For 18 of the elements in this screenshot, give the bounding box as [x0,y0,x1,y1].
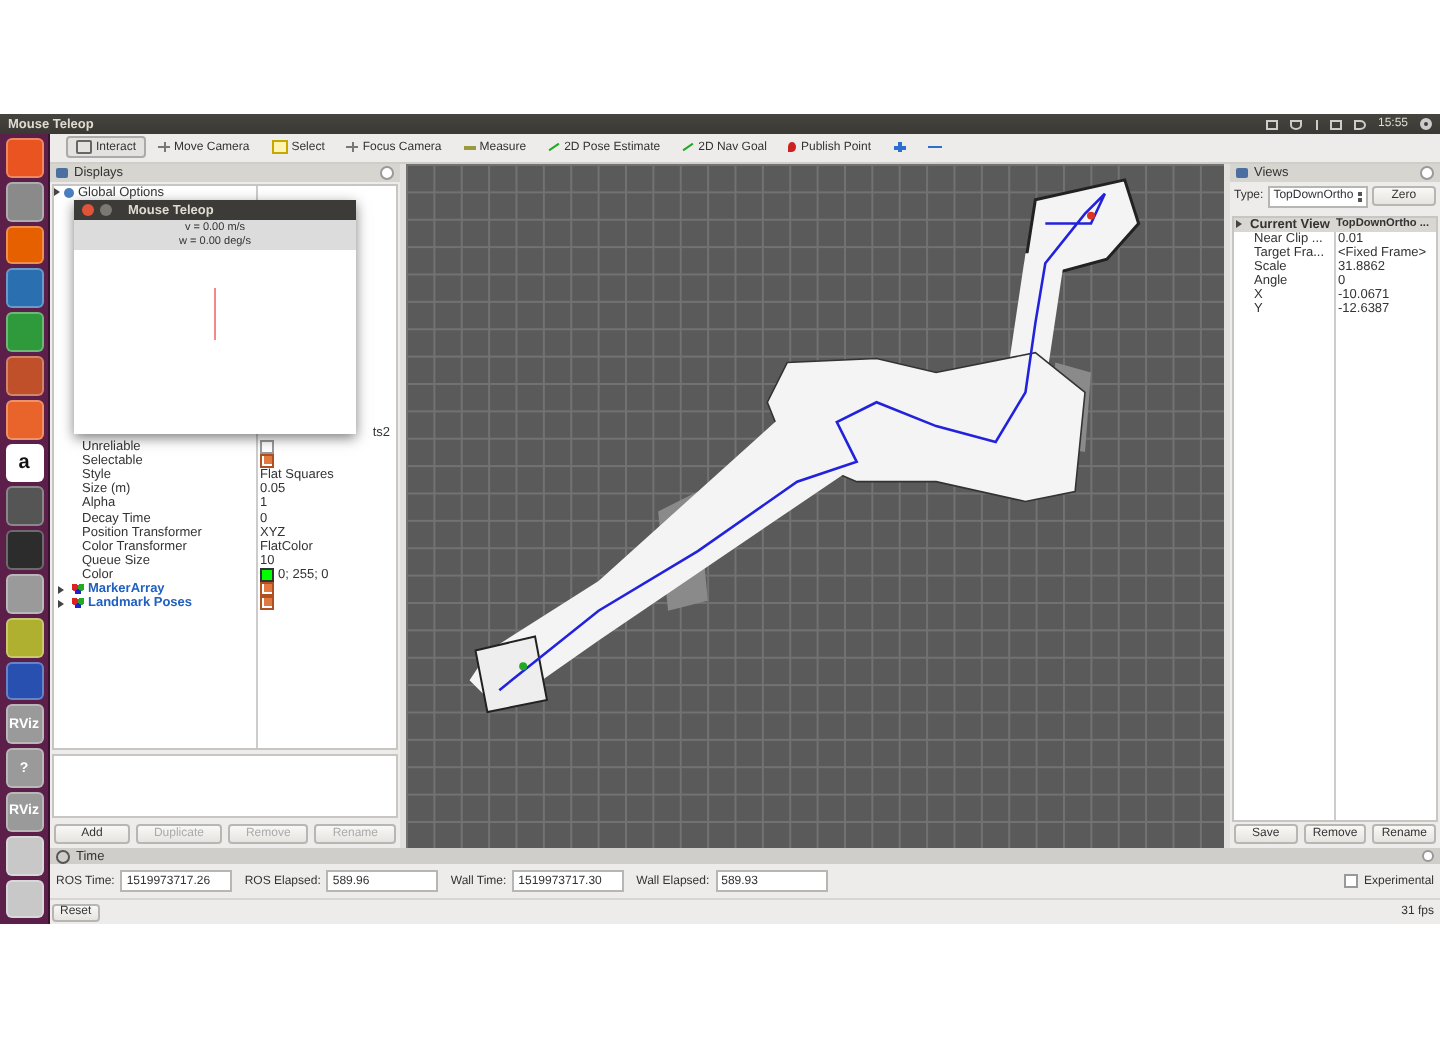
close-icon[interactable] [1420,165,1434,180]
3d-view[interactable] [406,163,1224,849]
checkbox[interactable] [1343,874,1358,889]
marker-icon [72,598,84,609]
expander-icon[interactable] [1236,220,1242,229]
checkbox[interactable] [260,596,274,611]
marker-icon [72,584,84,595]
close-icon[interactable] [82,204,94,216]
color-swatch[interactable] [260,567,274,582]
amazon-icon[interactable]: a [5,443,43,483]
close-icon[interactable] [380,165,394,180]
spinner-arrows-icon [1357,191,1362,202]
checkbox[interactable] [260,454,274,469]
velocity-line [214,288,216,340]
checkbox[interactable] [260,582,274,597]
checkbox[interactable] [260,440,274,455]
minimize-icon[interactable] [100,204,112,216]
close-icon[interactable] [1422,850,1434,863]
